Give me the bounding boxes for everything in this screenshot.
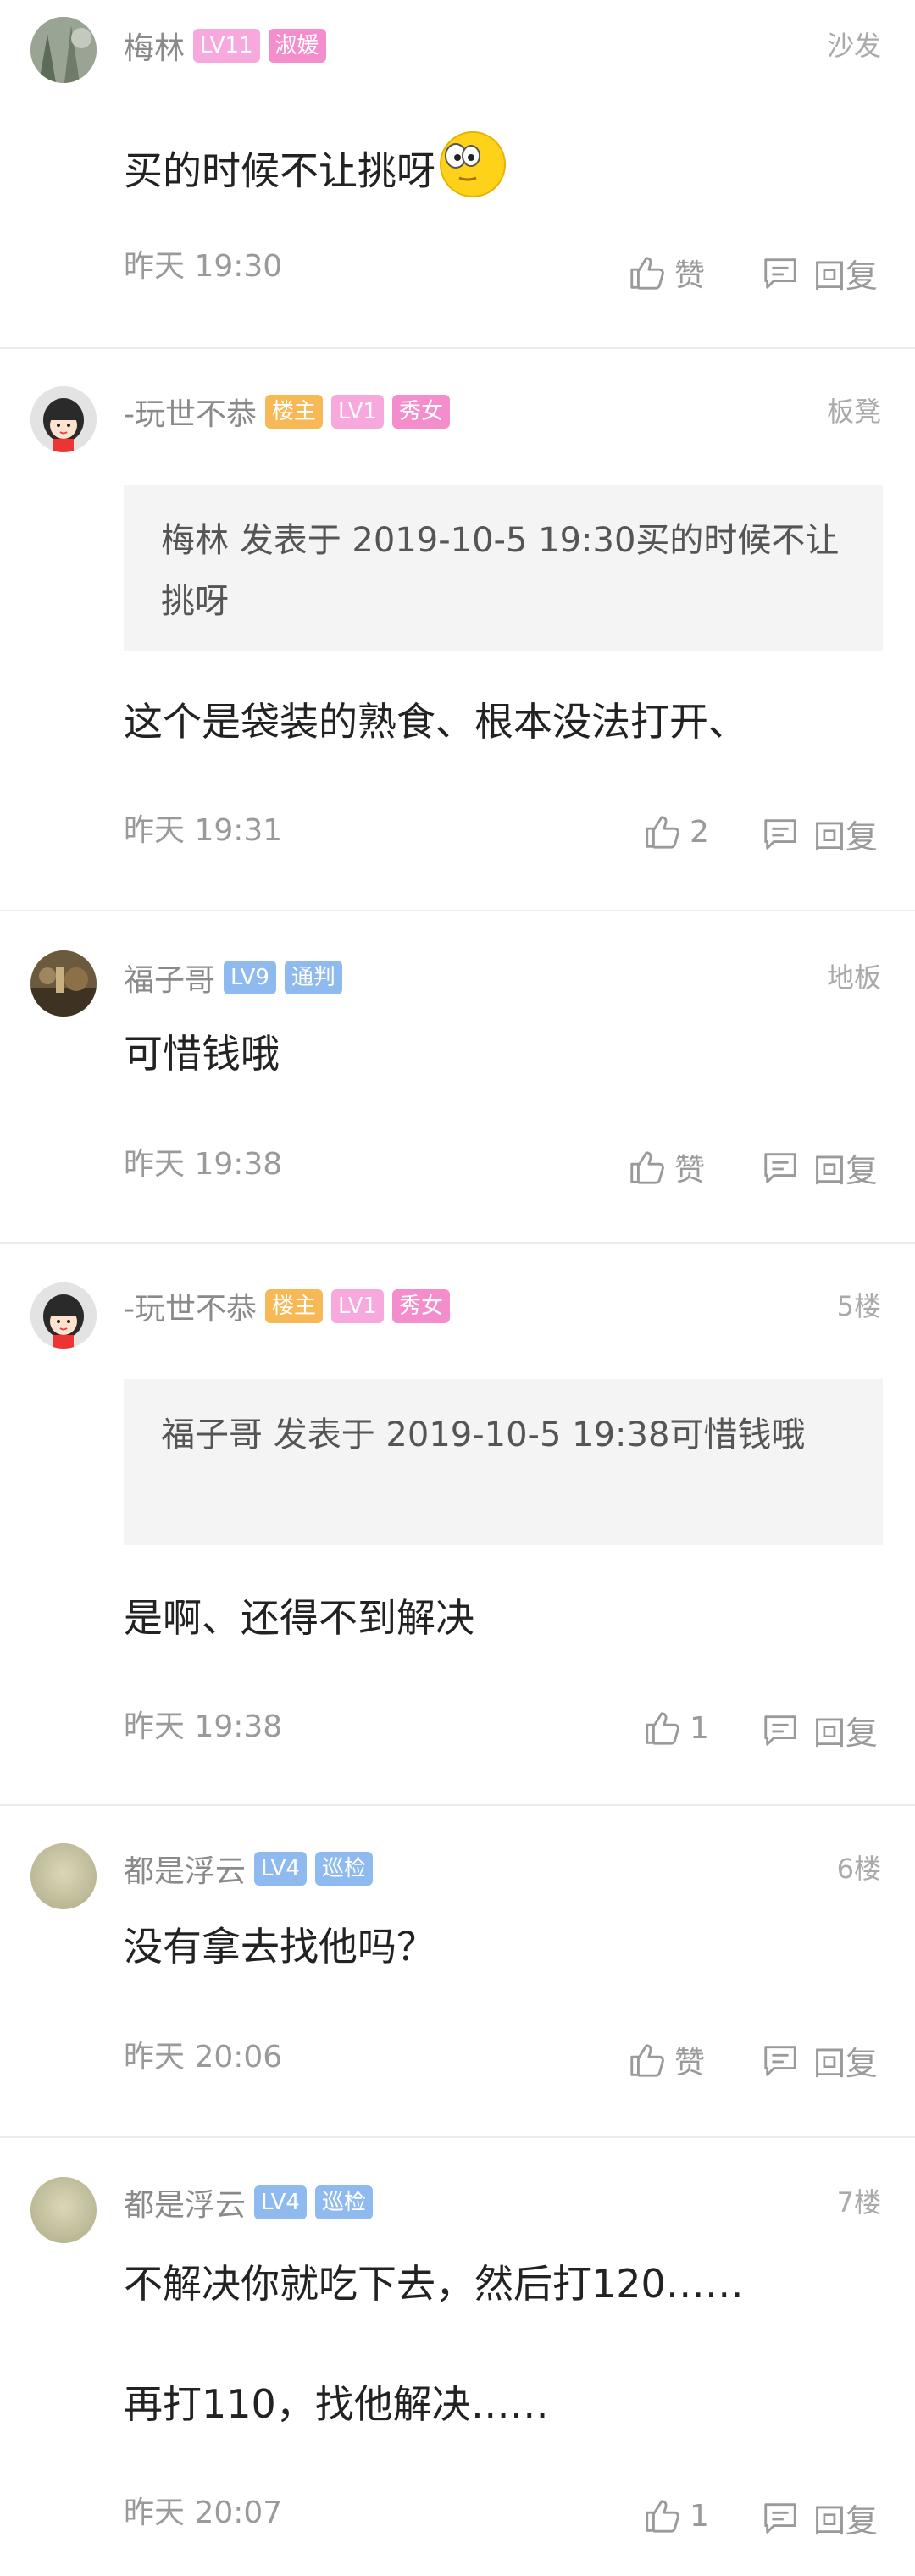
- comment-6: 都是浮云 LV4 巡检 7楼 不解决你就吃下去，然后打120…… 再打110，找…: [0, 2138, 915, 2576]
- floor-label: 6楼: [836, 1853, 881, 1885]
- title-badge: 通判: [284, 961, 342, 994]
- level-badge: LV4: [254, 1852, 307, 1886]
- timestamp: 昨天 19:31: [124, 813, 283, 848]
- avatar[interactable]: [30, 17, 97, 83]
- reply-label: 回复: [813, 257, 879, 295]
- timestamp: 昨天 19:30: [124, 249, 283, 284]
- reply-bubble-icon: [764, 819, 796, 850]
- quoted-comment: 福子哥 发表于 2019-10-5 19:38可惜钱哦: [124, 1379, 883, 1545]
- comment-4: -玩世不恭 楼主 LV1 秀女 5楼 福子哥 发表于 2019-10-5 19:…: [0, 1244, 915, 1804]
- reply-button[interactable]: 回复: [761, 2035, 878, 2086]
- title-badge: 巡检: [314, 1852, 373, 1886]
- comment-5: 都是浮云 LV4 巡检 6楼 没有拿去找他吗？ 昨天 20:06 赞 回复: [0, 1806, 915, 2136]
- timestamp: 昨天 19:38: [124, 1147, 283, 1182]
- username[interactable]: 梅林: [124, 24, 185, 68]
- thumbs-up-icon: [646, 816, 679, 849]
- reply-label: 回复: [813, 1151, 879, 1189]
- comment-text-line-2: 再打110，找他解决……: [124, 2381, 549, 2427]
- like-button[interactable]: 2: [642, 806, 709, 857]
- comment-text: 不解决你就吃下去，然后打120……: [124, 2261, 744, 2307]
- floor-label: 5楼: [836, 1290, 881, 1322]
- like-count: 赞: [674, 258, 706, 293]
- like-button[interactable]: 1: [642, 2490, 709, 2541]
- floor-label: 板凳: [826, 396, 881, 428]
- comment-3: 福子哥 LV9 通判 地板 可惜钱哦 昨天 19:38 赞 回复: [0, 911, 915, 1242]
- comment-header: -玩世不恭 楼主 LV1 秀女: [124, 1281, 450, 1332]
- thumbs-up-icon: [646, 2500, 679, 2533]
- title-badge: 秀女: [391, 395, 450, 429]
- like-count: 赞: [674, 1153, 706, 1188]
- timestamp: 昨天 20:06: [124, 2040, 283, 2075]
- reply-bubble-icon: [764, 2046, 796, 2076]
- like-count: 1: [690, 1710, 709, 1746]
- comment-2: -玩世不恭 楼主 LV1 秀女 板凳 梅林 发表于 2019-10-5 19:3…: [0, 349, 915, 910]
- reply-label: 回复: [813, 1714, 879, 1752]
- like-button[interactable]: 赞: [627, 247, 705, 298]
- username[interactable]: -玩世不恭: [124, 390, 257, 434]
- avatar[interactable]: [30, 2177, 97, 2243]
- comment-1: 梅林 LV11 淑媛 沙发 买的时候不让挑呀 昨天 19:30 赞 回复: [0, 0, 915, 347]
- username[interactable]: 都是浮云: [124, 2180, 246, 2224]
- thumbs-up-icon: [630, 1151, 664, 1184]
- quoted-comment: 梅林 发表于 2019-10-5 19:30买的时候不让挑呀: [124, 485, 883, 651]
- reply-label: 回复: [813, 817, 879, 856]
- comment-text: 没有拿去找他吗？: [124, 1924, 435, 1969]
- floor-label: 地板: [826, 961, 881, 994]
- reply-bubble-icon: [764, 2503, 796, 2534]
- thumbs-up-icon: [646, 1712, 679, 1745]
- owner-badge: 楼主: [265, 1289, 324, 1323]
- username[interactable]: 福子哥: [124, 956, 215, 1000]
- comment-text-content: 买的时候不让挑呀: [124, 147, 435, 194]
- like-count: 赞: [674, 2046, 706, 2080]
- avatar[interactable]: [30, 950, 97, 1017]
- comment-text: 买的时候不让挑呀: [124, 127, 886, 220]
- reply-button[interactable]: 回复: [761, 1704, 878, 1755]
- level-badge: LV11: [193, 29, 260, 63]
- comment-header: 都是浮云 LV4 巡检: [124, 1843, 373, 1894]
- reply-bubble-icon: [764, 1715, 796, 1746]
- title-badge: 秀女: [391, 1289, 450, 1323]
- reply-bubble-icon: [764, 258, 796, 289]
- like-button[interactable]: 赞: [627, 2035, 705, 2086]
- reply-button[interactable]: 回复: [761, 1142, 878, 1193]
- level-badge: LV9: [224, 961, 276, 994]
- timestamp: 昨天 19:38: [124, 1709, 283, 1744]
- reply-bubble-icon: [764, 1153, 796, 1183]
- level-badge: LV1: [331, 1289, 384, 1323]
- reply-button[interactable]: 回复: [761, 247, 878, 298]
- reply-label: 回复: [813, 2044, 879, 2082]
- like-count: 1: [690, 2498, 709, 2534]
- title-badge: 淑媛: [268, 29, 326, 63]
- comment-header: -玩世不恭 楼主 LV1 秀女: [124, 386, 450, 437]
- floor-label: 沙发: [826, 30, 881, 62]
- comment-text: 是啊、还得不到解决: [124, 1595, 474, 1641]
- like-count: 2: [690, 814, 709, 850]
- floor-label: 7楼: [836, 2186, 881, 2219]
- username[interactable]: -玩世不恭: [124, 1284, 257, 1328]
- like-button[interactable]: 1: [642, 1703, 709, 1753]
- comment-header: 梅林 LV11 淑媛: [124, 20, 326, 71]
- comment-text: 可惜钱哦: [124, 1031, 280, 1077]
- username[interactable]: 都是浮云: [124, 1847, 246, 1891]
- reply-label: 回复: [813, 2501, 879, 2540]
- comment-text: 这个是袋装的熟食、根本没法打开、: [124, 699, 747, 745]
- avatar[interactable]: [30, 1282, 97, 1349]
- thumbs-up-icon: [630, 257, 664, 290]
- title-badge: 巡检: [314, 2185, 373, 2219]
- comment-header: 福子哥 LV9 通判: [124, 952, 342, 1003]
- smiley-emoji-icon: [434, 127, 507, 220]
- level-badge: LV1: [331, 395, 384, 429]
- comment-header: 都是浮云 LV4 巡检: [124, 2177, 373, 2228]
- timestamp: 昨天 20:07: [124, 2496, 283, 2530]
- level-badge: LV4: [254, 2185, 307, 2219]
- avatar[interactable]: [30, 1843, 97, 1909]
- avatar[interactable]: [30, 386, 97, 452]
- thumbs-up-icon: [630, 2044, 664, 2077]
- like-button[interactable]: 赞: [627, 1142, 705, 1193]
- reply-button[interactable]: 回复: [761, 808, 878, 859]
- reply-button[interactable]: 回复: [761, 2492, 878, 2543]
- owner-badge: 楼主: [265, 395, 324, 429]
